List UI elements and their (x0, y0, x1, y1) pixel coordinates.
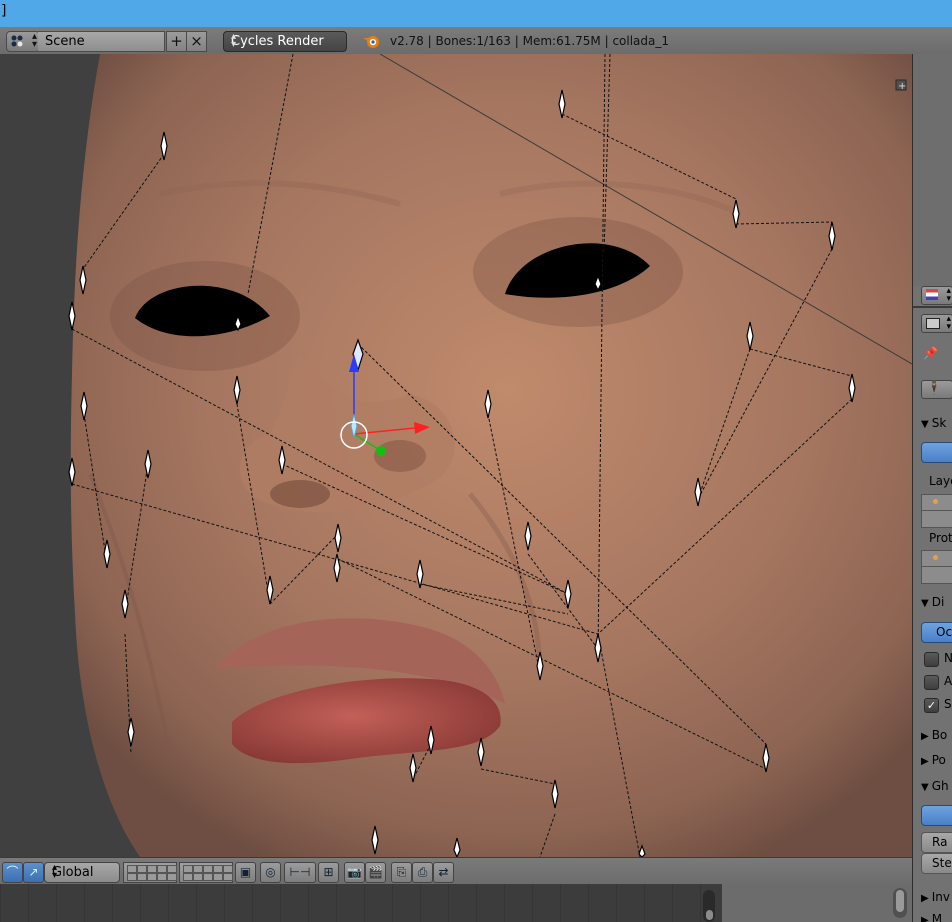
section-motion-paths[interactable]: ▶ M (921, 912, 942, 922)
side-scroll-thumb[interactable] (896, 890, 904, 912)
plus-icon: + (170, 32, 183, 50)
viewport-canvas[interactable]: + (0, 54, 912, 857)
pivot-button[interactable]: ⌒ (2, 862, 23, 883)
ghost-range-field[interactable]: Ra (921, 832, 952, 853)
armature-figure-icon: 🕴 (926, 381, 943, 396)
proportional-edit-icon: ◎ (265, 865, 276, 879)
timeline-area[interactable] (0, 884, 912, 922)
section-pose-library[interactable]: ▶ Po (921, 753, 946, 767)
chevron-updown-icon: ▴ ▾ (946, 286, 951, 304)
properties-panel: ▴▾ ▴▾ 📌 🕴 ▼Sk Laye Prote ▼Di Oc N A ✓ S … (912, 54, 952, 922)
lock-camera-icon: ▣ (239, 865, 252, 879)
layers-grid[interactable] (921, 494, 952, 528)
section-bone-groups[interactable]: ▶ Bo (921, 728, 947, 742)
ghost-mode-button[interactable] (921, 805, 952, 826)
snap-target-icon: ⊞ (323, 865, 334, 879)
paste-flipped-button[interactable]: ⇄ (433, 862, 454, 883)
panel-separator (913, 306, 952, 308)
copy-pose-button[interactable]: ⎘ (391, 862, 412, 883)
snap-target-button[interactable]: ⊞ (318, 862, 339, 883)
snap-icon: ⊢⊣ (289, 865, 311, 879)
render-engine-select[interactable]: Cycles Render ▴ ▾ (223, 31, 347, 52)
chevron-updown-icon: ▴ ▾ (52, 862, 58, 881)
flag-icon (926, 289, 938, 300)
shapes-label: S (944, 697, 952, 711)
names-label: N (944, 651, 952, 665)
editor-type-button-2[interactable]: ▴ ▾ (921, 314, 952, 333)
clapper-render-icon: 🎬 (368, 865, 383, 879)
chevron-updown-icon: ▴ ▾ (31, 31, 37, 50)
timeline-side-region (722, 884, 912, 922)
info-header: ▴ ▾ Scene + × Cycles Render ▴ ▾ v2.78 | Bo… (0, 27, 952, 55)
section-skeleton[interactable]: ▼ Sk (921, 416, 946, 430)
head-mesh (70, 54, 912, 857)
svg-text:+: + (898, 81, 906, 92)
editor-type-button-props[interactable]: ▴ ▾ (921, 286, 952, 305)
window-title: ] (1, 3, 7, 19)
timeline-scroll-thumb[interactable] (706, 910, 713, 920)
editor-type-icon (11, 35, 23, 47)
shapes-checkbox[interactable]: ✓ (924, 698, 939, 713)
properties-icon (926, 318, 940, 329)
layers-label: Laye (929, 474, 952, 488)
skeleton-mode-button[interactable] (921, 442, 952, 463)
paste-flipped-icon: ⇄ (438, 865, 449, 879)
manipulator-toggle-button[interactable]: ↗ (23, 862, 44, 883)
pin-icon[interactable]: 📌 (923, 346, 938, 360)
chevron-updown-icon: ▴ ▾ (946, 314, 951, 332)
opengl-render-button[interactable]: 📷 (344, 862, 365, 883)
scene-remove-button[interactable]: × (186, 31, 207, 52)
protected-layers-label: Prote (929, 531, 952, 545)
scene-add-button[interactable]: + (166, 31, 187, 52)
blender-logo-icon (363, 36, 379, 48)
properties-top-region (913, 54, 952, 286)
chevron-updown-icon: ▴ ▾ (231, 31, 237, 50)
display-octahedral-button[interactable]: Oc (921, 622, 952, 643)
timeline-grid (0, 884, 720, 922)
scene-stats-text: v2.78 | Bones:1/163 | Mem:61.75M | colla… (390, 34, 670, 48)
paste-pose-button[interactable]: ⎙ (412, 862, 433, 883)
y-axis-tip (376, 446, 386, 456)
section-display[interactable]: ▼ Di (921, 595, 944, 609)
scene-name-field[interactable]: Scene (38, 31, 165, 52)
window-title-bar: ] (0, 0, 952, 27)
layers-grid-a[interactable] (123, 862, 177, 883)
section-ghost[interactable]: ▼ Gh (921, 779, 949, 793)
layers-grid-b[interactable] (179, 862, 233, 883)
snap-element-select[interactable]: ⊢⊣ (284, 862, 316, 883)
camera-render-icon: 📷 (347, 865, 362, 879)
manipulator-icon: ↗ (28, 865, 39, 879)
editor-type-button[interactable]: ▴ ▾ (6, 31, 40, 52)
close-x-icon: × (190, 32, 203, 50)
paste-pose-icon: ⎙ (417, 865, 428, 879)
armature-context-button[interactable]: 🕴 (921, 380, 952, 399)
3d-viewport[interactable]: + (0, 54, 912, 857)
protected-layers-grid[interactable] (921, 550, 952, 584)
axes-checkbox[interactable] (924, 675, 939, 690)
names-checkbox[interactable] (924, 652, 939, 667)
curve-icon: ⌒ (6, 865, 19, 879)
viewport-header: ⌒ ↗ Global ▴ ▾ ▣ ◎ ⊢⊣ ⊞ 📷 🎬 ⎘ ⎙ ⇄ (0, 857, 912, 885)
scene-name-text: Scene (45, 34, 85, 49)
axes-label: A (944, 674, 952, 688)
section-inverse-kinematics[interactable]: ▶ Inv (921, 890, 950, 904)
lock-camera-button[interactable]: ▣ (235, 862, 256, 883)
region-corner-widgets[interactable]: + (895, 79, 907, 92)
ghost-step-field[interactable]: Ste (921, 853, 952, 874)
transform-orientation-select[interactable]: Global ▴ ▾ (44, 862, 120, 883)
opengl-anim-button[interactable]: 🎬 (365, 862, 386, 883)
copy-pose-icon: ⎘ (396, 865, 407, 879)
proportional-edit-button[interactable]: ◎ (260, 862, 281, 883)
